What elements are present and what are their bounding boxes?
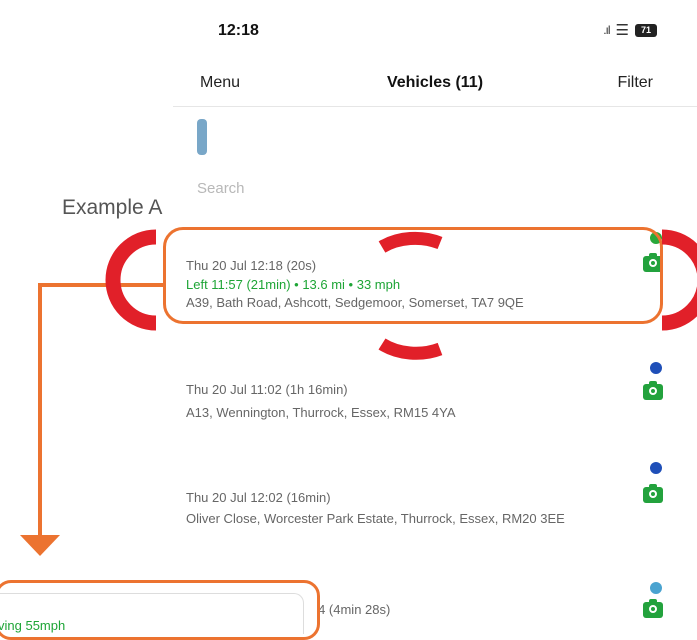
popup-card: ving 55mph bbox=[0, 580, 320, 640]
vehicle-time: Thu 20 Jul 11:02 (1h 16min) bbox=[186, 382, 348, 397]
status-time: 12:18 bbox=[218, 22, 259, 39]
status-icons: .ıl ☰ 71 bbox=[603, 21, 657, 39]
connector-line bbox=[38, 283, 163, 540]
popup-inner: ving 55mph bbox=[0, 593, 304, 634]
highlight-box bbox=[163, 227, 663, 324]
vehicle-row[interactable]: Thu 20 Jul 11:02 (1h 16min) A13, Wenning… bbox=[173, 338, 697, 438]
vehicle-address: Oliver Close, Worcester Park Estate, Thu… bbox=[186, 511, 565, 526]
filter-button[interactable]: Filter bbox=[617, 74, 653, 92]
vehicle-address: A13, Wennington, Thurrock, Essex, RM15 4… bbox=[186, 405, 456, 420]
battery-icon: 71 bbox=[635, 23, 657, 37]
camera-icon[interactable] bbox=[643, 599, 663, 618]
camera-icon[interactable] bbox=[643, 484, 663, 503]
status-dot bbox=[650, 462, 662, 474]
left-bracket-icon bbox=[105, 229, 157, 331]
example-label: Example A bbox=[62, 196, 163, 219]
camera-icon[interactable] bbox=[643, 381, 663, 400]
nav-bar: Menu Vehicles (11) Filter bbox=[173, 62, 697, 107]
wifi-icon: ☰ bbox=[615, 22, 629, 39]
vehicle-time: Thu 20 Jul 12:02 (16min) bbox=[186, 490, 331, 505]
status-dot bbox=[650, 582, 662, 594]
vehicle-row[interactable]: Thu 20 Jul 12:02 (16min) Oliver Close, W… bbox=[173, 458, 697, 558]
signal-icon: .ıl bbox=[603, 23, 610, 37]
arrow-head-icon bbox=[20, 535, 60, 556]
status-bar: 12:18 .ıl ☰ 71 bbox=[173, 0, 697, 60]
drag-handle[interactable] bbox=[197, 119, 207, 155]
search-input[interactable] bbox=[195, 172, 499, 204]
status-dot bbox=[650, 362, 662, 374]
